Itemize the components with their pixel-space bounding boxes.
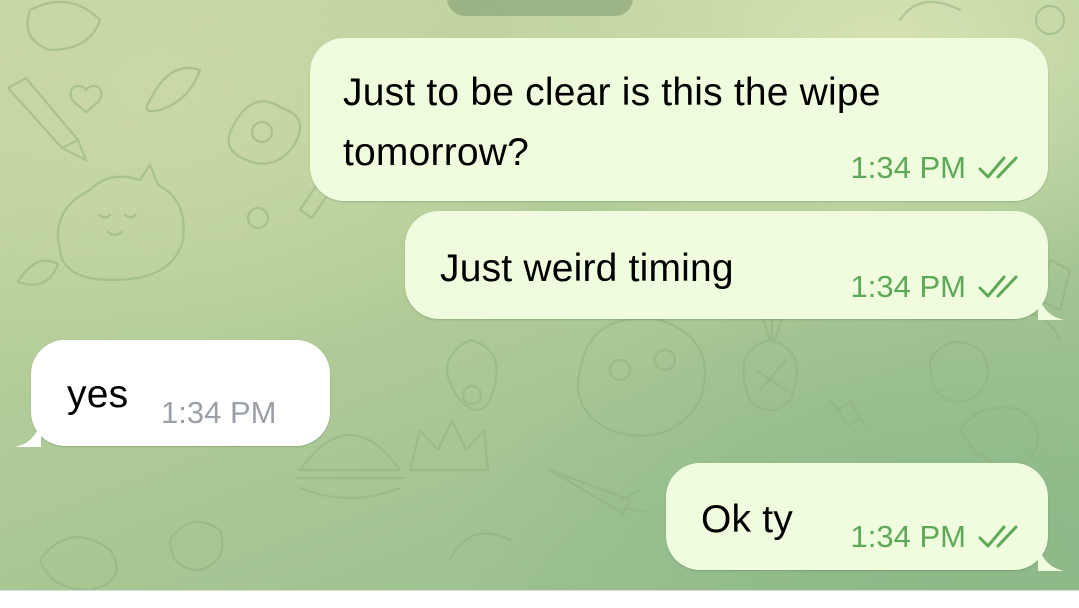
double-check-icon xyxy=(978,156,1018,179)
message-time: 1:34 PM xyxy=(850,519,966,554)
message-bubble-outgoing[interactable]: Just to be clear is this the wipe tomorr… xyxy=(310,38,1048,201)
message-bubble-incoming[interactable]: yes 1:34 PM xyxy=(15,340,330,447)
message-text: Just to be clear is this the wipe xyxy=(343,71,881,114)
message-bubble-outgoing[interactable]: Ok ty 1:34 PM xyxy=(666,463,1064,571)
date-header-pill xyxy=(447,0,633,16)
chat-area[interactable]: Just to be clear is this the wipe tomorr… xyxy=(0,0,1079,590)
message-meta: 1:34 PM xyxy=(851,269,1024,305)
message-meta: 1:34 PM xyxy=(851,150,1024,186)
message-time: 1:34 PM xyxy=(161,395,277,430)
message-meta: 1:34 PM xyxy=(161,395,276,431)
message-time: 1:34 PM xyxy=(850,150,966,185)
bottom-divider xyxy=(0,590,1079,608)
bubble-tail xyxy=(1038,294,1064,320)
message-bubble-outgoing[interactable]: Just weird timing 1:34 PM xyxy=(405,211,1064,320)
bubble-tail xyxy=(15,421,41,447)
double-check-icon xyxy=(978,275,1018,298)
message-text: Ok ty xyxy=(701,498,794,541)
bubble-tail xyxy=(1038,545,1064,571)
message-time: 1:34 PM xyxy=(850,269,966,304)
double-check-icon xyxy=(978,525,1018,548)
message-text: Just weird timing xyxy=(440,247,734,290)
message-text: yes xyxy=(67,373,129,416)
message-meta: 1:34 PM xyxy=(851,519,1024,555)
message-text: tomorrow? xyxy=(343,131,530,174)
